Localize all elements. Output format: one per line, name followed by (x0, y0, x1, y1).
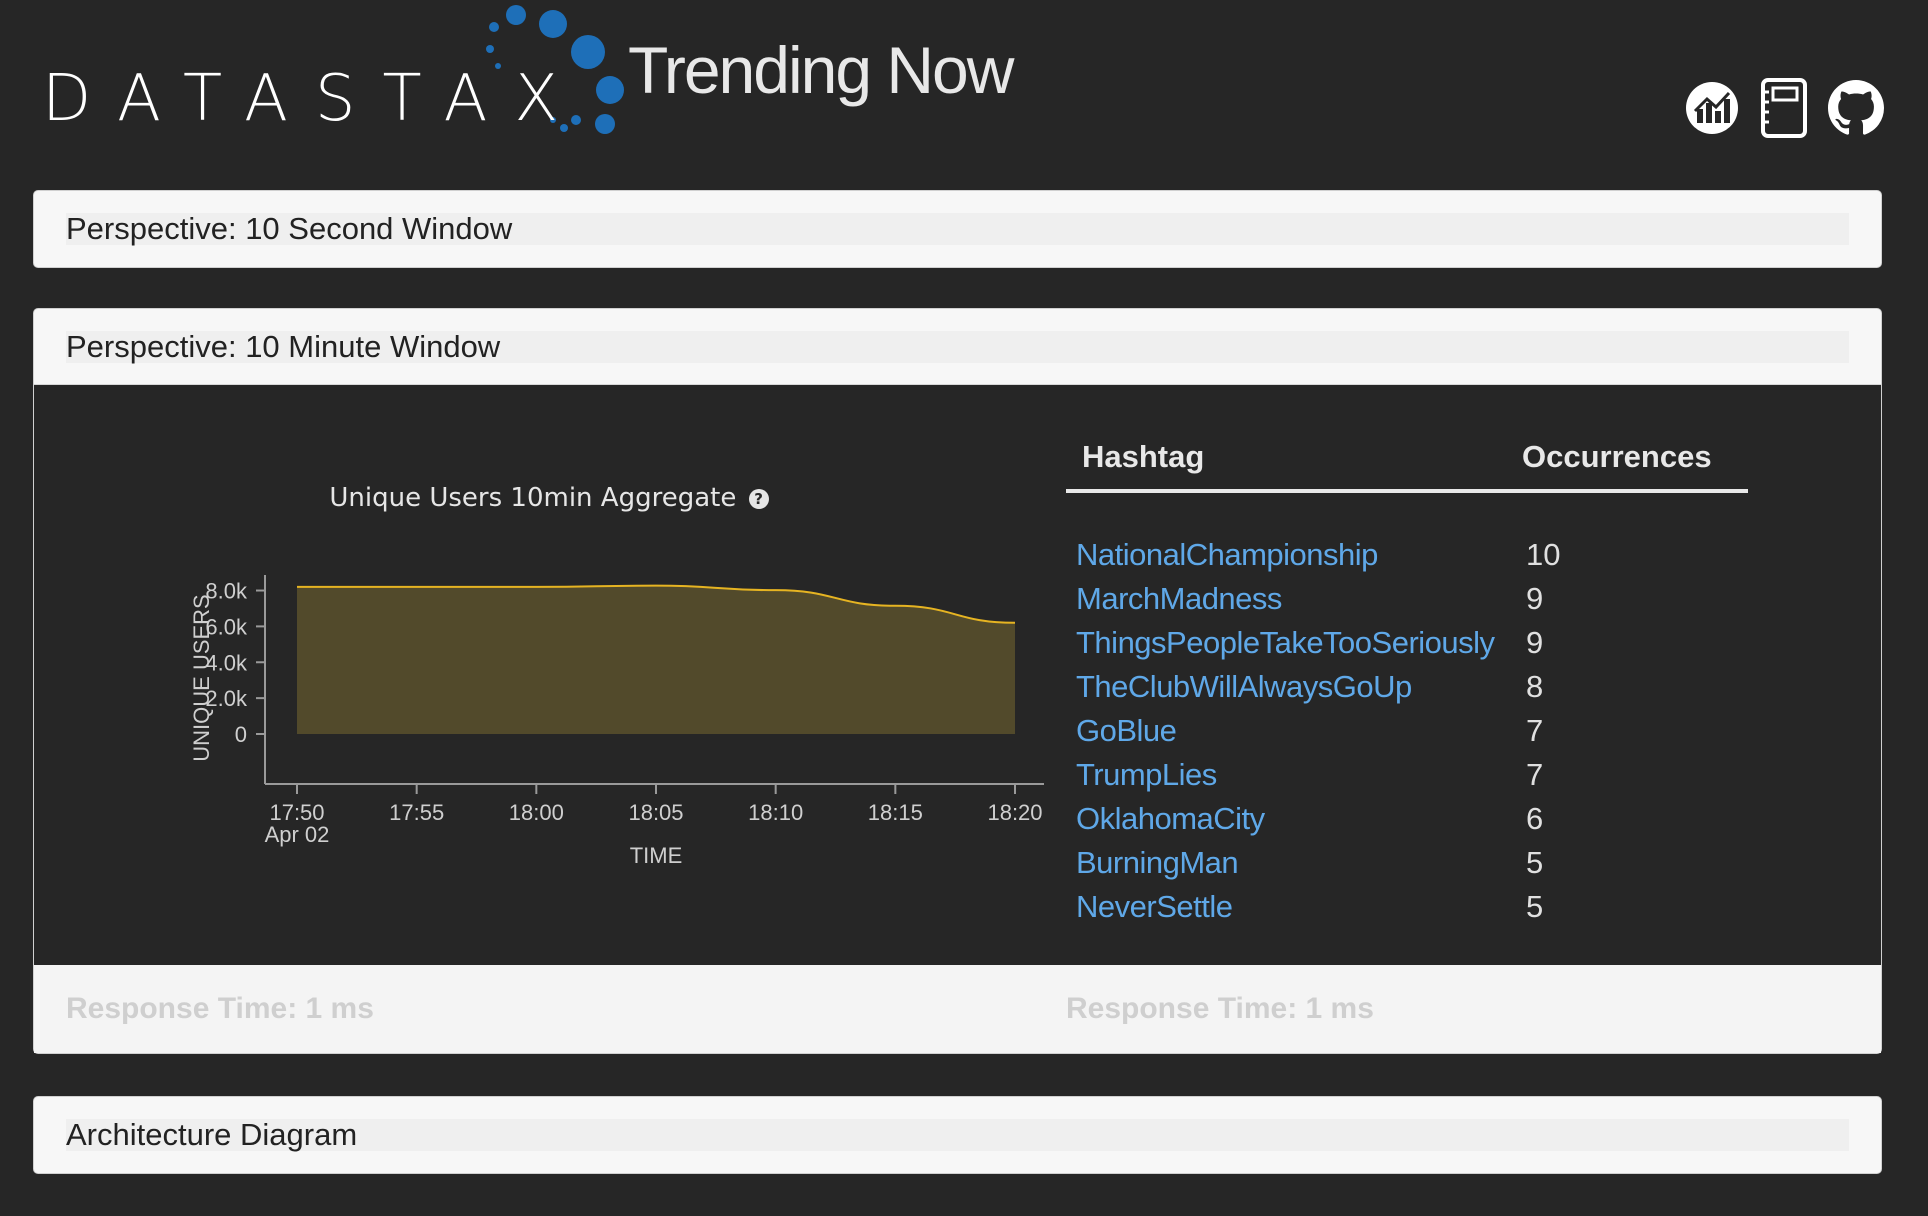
app-title: Trending Now (628, 33, 1014, 107)
table-row: ThingsPeopleTakeTooSeriously 9 (1066, 621, 1748, 665)
table-row: OklahomaCity 6 (1066, 797, 1748, 841)
panel-heading-10-minute[interactable]: Perspective: 10 Minute Window (34, 309, 1881, 385)
x-tick-label: 18:20 (987, 800, 1042, 825)
column-header-occurrences: Occurrences (1522, 439, 1712, 474)
occurrence-count: 5 (1526, 845, 1544, 880)
app-header: DATASTAX Trending Now (0, 0, 1928, 170)
occurrence-count: 8 (1526, 669, 1544, 704)
x-tick-label: 18:05 (628, 800, 683, 825)
occurrence-count: 9 (1526, 625, 1544, 660)
x-axis-label: TIME (630, 843, 683, 868)
panel-architecture-diagram: Architecture Diagram (33, 1096, 1882, 1174)
hashtag-link[interactable]: ThingsPeopleTakeTooSeriously (1066, 625, 1522, 661)
x-tick-label: 18:15 (868, 800, 923, 825)
hashtag-link[interactable]: NationalChampionship (1066, 537, 1522, 573)
hashtag-link[interactable]: OklahomaCity (1066, 801, 1522, 837)
occurrence-count: 10 (1526, 537, 1561, 572)
response-time-chart: Response Time: 1 ms (66, 992, 374, 1025)
hashtag-link[interactable]: MarchMadness (1066, 581, 1522, 617)
github-icon[interactable] (1828, 80, 1884, 136)
panel-10-minute-window: Perspective: 10 Minute Window Unique Use… (33, 308, 1882, 1054)
table-row: GoBlue 7 (1066, 709, 1748, 753)
panel-title: Perspective: 10 Minute Window (66, 329, 1849, 364)
x-tick-label: 18:10 (748, 800, 803, 825)
table-row: TheClubWillAlwaysGoUp 8 (1066, 665, 1748, 709)
notebook-icon[interactable] (1756, 78, 1812, 138)
x-tick-label: 18:00 (509, 800, 564, 825)
panel-heading-10-second[interactable]: Perspective: 10 Second Window (34, 191, 1881, 267)
header-icon-bar (1684, 78, 1884, 138)
hashtag-link[interactable]: BurningMan (1066, 845, 1522, 881)
panel-footer: Response Time: 1 ms Response Time: 1 ms (34, 965, 1881, 1053)
table-row: BurningMan 5 (1066, 841, 1748, 885)
panel-title: Architecture Diagram (66, 1117, 1849, 1152)
hashtag-link[interactable]: NeverSettle (1066, 889, 1522, 925)
panel-heading-architecture[interactable]: Architecture Diagram (34, 1097, 1881, 1173)
response-time-table: Response Time: 1 ms (1066, 992, 1374, 1025)
occurrence-count: 7 (1526, 713, 1544, 748)
brand-wordmark: DATASTAX (42, 62, 586, 136)
table-row: NeverSettle 5 (1066, 885, 1748, 929)
occurrence-count: 7 (1526, 757, 1544, 792)
occurrence-count: 9 (1526, 581, 1544, 616)
table-row: NationalChampionship 10 (1066, 533, 1748, 577)
panel-body: Unique Users 10min Aggregate ? 0 2.0k 4.0k… (34, 385, 1881, 965)
unique-users-chart: 02.0k4.0k6.0k8.0k17:50 17:55 18:00 18:05 18:… (189, 575, 1044, 868)
hashtag-link[interactable]: TrumpLies (1066, 757, 1522, 793)
series-area (297, 585, 1015, 734)
table-body: NationalChampionship 10 MarchMadness 9 Thing… (1066, 533, 1748, 929)
panel-title: Perspective: 10 Second Window (66, 211, 1849, 246)
y-axis-label: UNIQUE USERS (189, 594, 214, 761)
y-tick-label: 0 (235, 722, 247, 747)
table-row: TrumpLies 7 (1066, 753, 1748, 797)
hashtag-link[interactable]: GoBlue (1066, 713, 1522, 749)
analytics-icon[interactable] (1684, 80, 1740, 136)
hashtag-link[interactable]: TheClubWillAlwaysGoUp (1066, 669, 1522, 705)
hashtag-table: Hashtag Occurrences NationalChampionship… (1066, 425, 1748, 929)
x-tick-label: 17:55 (389, 800, 444, 825)
x-tick-sublabel: Apr 02 (265, 822, 330, 847)
table-row: MarchMadness 9 (1066, 577, 1748, 621)
column-header-hashtag: Hashtag (1082, 439, 1205, 474)
panel-10-second-window: Perspective: 10 Second Window (33, 190, 1882, 268)
table-header: Hashtag Occurrences (1066, 425, 1748, 493)
occurrence-count: 5 (1526, 889, 1544, 924)
occurrence-count: 6 (1526, 801, 1544, 836)
